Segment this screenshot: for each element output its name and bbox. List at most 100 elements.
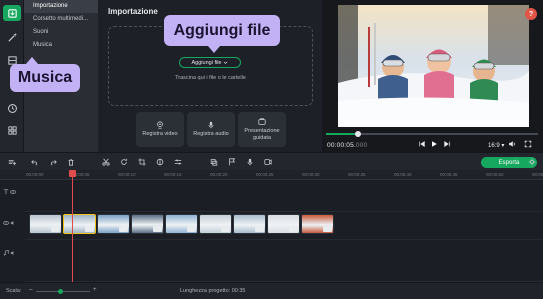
- timecode: 00:00:05.000: [327, 142, 367, 149]
- trash-icon: [68, 159, 74, 166]
- prev-frame-button[interactable]: [418, 140, 426, 148]
- transition-icon[interactable]: [255, 226, 264, 232]
- ruler-tick: 00:00:45: [440, 172, 458, 177]
- flag-button[interactable]: [227, 157, 237, 167]
- preview-image: [338, 5, 529, 127]
- video-clip[interactable]: [199, 214, 232, 234]
- add-files-button[interactable]: Aggiungi file: [179, 57, 241, 68]
- playhead-handle[interactable]: [69, 170, 76, 177]
- seekbar-fill: [326, 133, 358, 135]
- aspect-ratio-select[interactable]: 16:9 ▾: [488, 142, 504, 149]
- video-clip[interactable]: [29, 214, 62, 234]
- playhead[interactable]: [72, 170, 73, 282]
- rotate-button[interactable]: [119, 157, 129, 167]
- category-sounds[interactable]: Suoni: [24, 26, 98, 39]
- timeline[interactable]: 00:00:00 00:00:05 00:00:10 00:00:15 00:00:20…: [0, 170, 543, 282]
- play-button[interactable]: [430, 140, 438, 148]
- category-import[interactable]: Importazione: [24, 0, 98, 13]
- redo-button[interactable]: [48, 157, 58, 167]
- preview-panel: ? 00:00:05.000 16:9 ▾: [322, 0, 543, 152]
- transition-icon[interactable]: [51, 226, 60, 232]
- eye-icon[interactable]: [3, 220, 9, 226]
- webcam-button[interactable]: [263, 157, 273, 167]
- ruler-tick: 00:00:20: [210, 172, 228, 177]
- ruler-tick: 00:00:00: [26, 172, 44, 177]
- undo-button[interactable]: [30, 157, 40, 167]
- preview-seekbar[interactable]: [326, 131, 538, 137]
- text-track[interactable]: [25, 182, 543, 212]
- volume-icon[interactable]: [10, 220, 16, 226]
- music-track[interactable]: [25, 242, 543, 282]
- properties-button[interactable]: [173, 157, 183, 167]
- video-clip[interactable]: [301, 214, 334, 234]
- grid-icon[interactable]: [3, 122, 21, 138]
- video-clip[interactable]: [131, 214, 164, 234]
- fullscreen-icon: [524, 140, 532, 148]
- video-clip[interactable]: [233, 214, 266, 234]
- zoom-slider[interactable]: [36, 289, 90, 294]
- project-length-label: Lunghezza progetto:: [180, 288, 231, 294]
- help-button[interactable]: ?: [525, 8, 537, 20]
- import-icon[interactable]: [3, 5, 21, 21]
- color-button[interactable]: [155, 157, 165, 167]
- import-title: Importazione: [108, 7, 158, 16]
- video-clip[interactable]: [165, 214, 198, 234]
- preview-video: [338, 5, 529, 127]
- magic-wand-icon[interactable]: [3, 29, 21, 45]
- category-media-kit[interactable]: Corsetto multimedi...: [24, 13, 98, 26]
- transition-icon[interactable]: [221, 226, 230, 232]
- transition-icon[interactable]: [323, 226, 332, 232]
- video-track[interactable]: [25, 212, 543, 240]
- volume-icon[interactable]: [10, 250, 16, 256]
- skip-forward-icon: [444, 141, 450, 147]
- timecode-main: 00:00:05.: [327, 142, 356, 149]
- record-audio-label: Registra audio: [193, 131, 229, 138]
- callout-music: Musica: [10, 57, 80, 92]
- volume-icon: [509, 141, 515, 147]
- record-voice-button[interactable]: [245, 157, 255, 167]
- timeline-ruler[interactable]: 00:00:00 00:00:05 00:00:10 00:00:15 00:00:20…: [0, 170, 543, 180]
- transition-icon[interactable]: [187, 226, 196, 232]
- ruler-tick: 00:00:10: [118, 172, 136, 177]
- eye-icon[interactable]: [10, 189, 16, 195]
- ruler-tick: 00:00:35: [348, 172, 366, 177]
- add-track-button[interactable]: [7, 157, 17, 167]
- ruler-tick: 00:00:50: [486, 172, 504, 177]
- volume-button[interactable]: [508, 140, 516, 148]
- record-video-label: Registra video: [142, 131, 178, 138]
- video-clip[interactable]: [63, 214, 96, 234]
- transition-icon[interactable]: [85, 226, 94, 232]
- ruler-tick: 00:00:30: [302, 172, 320, 177]
- video-clip[interactable]: [97, 214, 130, 234]
- play-icon: [432, 141, 437, 147]
- transition-icon[interactable]: [289, 226, 298, 232]
- zoom-slider-handle[interactable]: [58, 289, 64, 294]
- clip-properties-button[interactable]: [209, 157, 219, 167]
- crop-icon: [138, 158, 146, 166]
- delete-button[interactable]: [66, 157, 76, 167]
- fullscreen-button[interactable]: [524, 140, 532, 148]
- transition-icon[interactable]: [119, 226, 128, 232]
- seekbar-handle[interactable]: [354, 131, 361, 137]
- zoom-in-icon[interactable]: +: [93, 287, 97, 293]
- record-video-button[interactable]: Registra video: [136, 112, 184, 147]
- zoom-out-icon[interactable]: –: [29, 287, 32, 293]
- transition-icon[interactable]: [153, 226, 162, 232]
- webcam-icon: [264, 159, 272, 165]
- split-button[interactable]: [101, 157, 111, 167]
- microphone-icon: [208, 122, 214, 129]
- category-music[interactable]: Musica: [24, 39, 98, 52]
- video-clip[interactable]: [267, 214, 300, 234]
- record-audio-button[interactable]: Registra audio: [187, 112, 235, 147]
- guided-presentation-button[interactable]: Presentazione guidata: [238, 112, 286, 147]
- settings-button[interactable]: [527, 157, 537, 167]
- project-length: Lunghezza progetto: 00:35: [180, 288, 245, 294]
- redo-icon: [51, 160, 57, 166]
- sliders-icon: [174, 159, 182, 165]
- clock-icon[interactable]: [3, 100, 21, 116]
- crop-button[interactable]: [137, 157, 147, 167]
- gear-icon: [528, 158, 536, 166]
- ruler-tick: 00:00:25: [256, 172, 274, 177]
- next-frame-button[interactable]: [443, 140, 451, 148]
- project-length-value: 00:35: [231, 288, 246, 294]
